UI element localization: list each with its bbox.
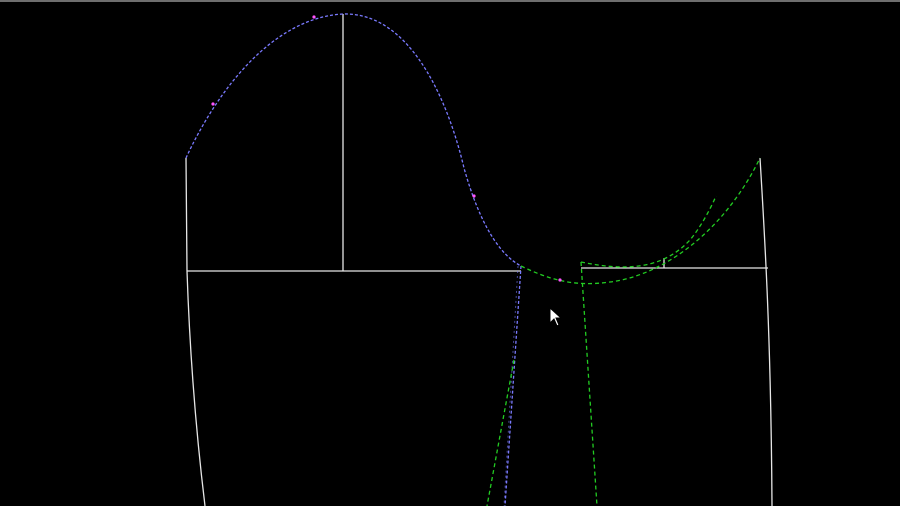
underarm-curve[interactable] (520, 157, 761, 285)
right-side-outline[interactable] (759, 157, 773, 506)
sleeve-cap-curve[interactable] (185, 13, 522, 267)
pattern-drawing-canvas[interactable] (0, 0, 900, 506)
arrow-pointer-icon (549, 307, 563, 327)
green-dashed-group (486, 157, 761, 506)
blue-dashed-group (185, 13, 522, 506)
secondary-underarm-curve[interactable] (580, 195, 717, 268)
control-point[interactable] (312, 15, 316, 19)
control-point[interactable] (472, 194, 476, 198)
control-point[interactable] (558, 278, 562, 282)
control-point[interactable] (211, 102, 215, 106)
solid-lines-group (185, 14, 773, 506)
cad-drawing-viewport[interactable] (0, 0, 900, 506)
right-vertical-dashed-line[interactable] (580, 261, 598, 506)
control-points-group (211, 15, 562, 282)
left-vertical-dashed-line[interactable] (504, 265, 522, 506)
left-vertical-dashed-line-inner[interactable] (503, 265, 519, 506)
left-side-outline[interactable] (185, 157, 206, 506)
